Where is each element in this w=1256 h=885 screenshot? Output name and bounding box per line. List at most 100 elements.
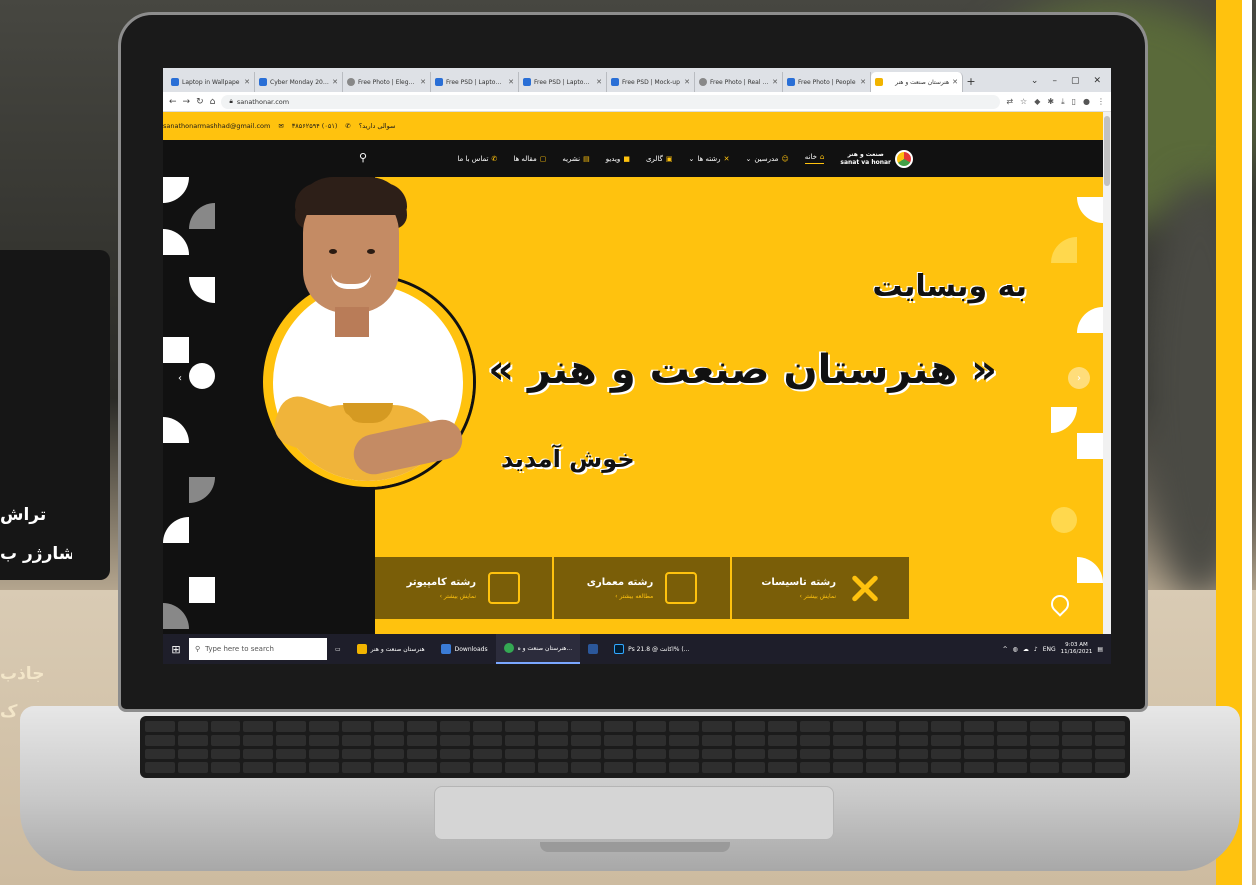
close-icon[interactable]: ✕	[508, 78, 514, 86]
keyboard-key	[308, 734, 339, 746]
site-icon	[875, 78, 883, 86]
decor-shape	[189, 363, 215, 389]
sidebar-icon[interactable]: ▯	[1072, 97, 1076, 107]
hero-welcome-line: به وبسایت	[872, 269, 1027, 304]
volume-icon[interactable]: ♪	[1034, 646, 1038, 653]
search-icon[interactable]: ⚲	[359, 151, 367, 164]
side-banner-text-4: ک	[0, 702, 18, 722]
translate-icon[interactable]: ⇄	[1006, 97, 1013, 107]
field-title: رشته تاسیسات	[761, 576, 836, 588]
phone-number[interactable]: (۰۵۱) ۳۸۵۶۲۵۹۴	[292, 122, 338, 130]
chevron-down-icon: ⌄	[688, 154, 695, 163]
reload-icon[interactable]: ↻	[196, 97, 204, 107]
decor-shape	[1077, 307, 1103, 333]
nav-item-home[interactable]: ⌂ خانه	[804, 153, 825, 164]
close-icon[interactable]: ✕	[952, 78, 958, 86]
field-card-architecture[interactable]: رشته معماری مطالعه بیشتر ›	[551, 557, 731, 619]
laptop-screen: Laptop in Wallpape ✕ Cyber Monday 2021 ✕ F…	[163, 68, 1111, 664]
nav-item-fields[interactable]: ✕ رشته ها ⌄	[689, 155, 730, 163]
taskbar-app-chrome[interactable]: هنرستان صنعت و ه...	[495, 634, 581, 664]
close-icon[interactable]: ✕	[772, 78, 778, 86]
taskbar-app-word[interactable]	[580, 634, 606, 664]
close-icon[interactable]: ✕	[596, 78, 602, 86]
slider-prev-button[interactable]: ‹	[169, 367, 191, 389]
field-card-facilities[interactable]: رشته تاسیسات نمایش بیشتر ›	[730, 557, 910, 619]
keyboard-key	[374, 721, 405, 732]
keyboard-key	[865, 762, 896, 773]
taskbar-app-photoshop[interactable]: Ps اکانت @ 21.8% (...	[606, 634, 697, 664]
clock[interactable]: 9:03 AM 11/16/2021	[1061, 642, 1093, 656]
cloud-icon[interactable]: ☁	[1023, 646, 1029, 653]
taskbar-app-explorer[interactable]: هنرستان صنعت و هنر	[349, 634, 433, 664]
windows-start-icon[interactable]: ⊞	[163, 643, 189, 656]
close-icon[interactable]: ✕	[244, 78, 250, 86]
keyboard-key	[931, 734, 962, 746]
language-indicator[interactable]: ENG	[1043, 646, 1056, 653]
slider-next-button[interactable]: ›	[1068, 367, 1090, 389]
field-more-link[interactable]: نمایش بیشتر ›	[407, 593, 476, 600]
keyboard-key	[865, 748, 896, 760]
computer-icon	[488, 572, 521, 604]
task-view-icon[interactable]: ▭	[327, 634, 349, 664]
keyboard-key	[734, 721, 765, 732]
maximize-icon[interactable]: ▢	[1071, 70, 1080, 92]
taskbar-search[interactable]: ⚲ Type here to search	[189, 638, 327, 660]
back-icon[interactable]: ←	[169, 97, 177, 107]
new-tab-button[interactable]: +	[963, 72, 979, 92]
browser-tab[interactable]: Free Photo | Real est ✕	[695, 72, 783, 92]
extension-icon[interactable]: ◆	[1034, 97, 1040, 107]
field-more-link[interactable]: مطالعه بیشتر ›	[587, 593, 653, 600]
taskbar-app-label: هنرستان صنعت و هنر	[370, 645, 425, 653]
site-logo[interactable]: صنعت و هنر sanat va honar	[840, 149, 913, 168]
browser-tab[interactable]: Free PSD | Laptop m ✕	[519, 72, 607, 92]
close-icon[interactable]: ✕	[1093, 70, 1101, 92]
page-scrollbar[interactable]	[1103, 112, 1111, 634]
keyboard-key	[341, 748, 372, 760]
close-icon[interactable]: ✕	[860, 78, 866, 86]
forward-icon[interactable]: →	[183, 97, 191, 107]
browser-tab[interactable]: Laptop in Wallpape ✕	[167, 72, 255, 92]
browser-tab-active[interactable]: هنرستان صنعت و هنر ✕	[871, 72, 963, 92]
field-card-computer[interactable]: رشته کامپیوتر نمایش بیشتر ›	[375, 557, 552, 619]
scrollbar-thumb[interactable]	[1104, 116, 1110, 186]
browser-tab[interactable]: Free Photo | People ✕	[783, 72, 871, 92]
chevron-right-icon: ›	[1077, 372, 1081, 384]
star-icon[interactable]: ☆	[1020, 97, 1027, 107]
nav-item-journal[interactable]: ▤ نشریه	[562, 155, 589, 163]
nav-item-articles[interactable]: ▢ مقاله ها	[513, 155, 546, 163]
nav-item-video[interactable]: ■ ویدیو	[606, 155, 630, 163]
keyboard-key	[374, 734, 405, 746]
network-icon[interactable]: ◍	[1013, 646, 1018, 653]
notification-icon[interactable]: ▤	[1097, 646, 1103, 653]
taskbar-app-downloads[interactable]: Downloads	[433, 634, 496, 664]
keyboard-key	[964, 762, 994, 773]
browser-tab[interactable]: Free PSD | Laptop m ✕	[431, 72, 519, 92]
chevron-up-icon[interactable]: ^	[1003, 646, 1008, 653]
location-pin-icon[interactable]	[1047, 591, 1073, 617]
field-text: رشته تاسیسات نمایش بیشتر ›	[761, 577, 836, 600]
minimize-icon[interactable]: –	[1052, 70, 1057, 92]
nav-item-contact[interactable]: ✆ تماس با ما	[457, 155, 497, 163]
close-icon[interactable]: ✕	[684, 78, 690, 86]
browser-tab[interactable]: Free PSD | Mock-up ✕	[607, 72, 695, 92]
address-bar[interactable]: 🔒︎ sanathonar.com	[221, 94, 1001, 109]
keyboard-key	[308, 762, 339, 773]
download-icon[interactable]: ⤓	[1061, 97, 1065, 107]
profile-icon[interactable]: ●	[1083, 97, 1090, 107]
bookmark-icon	[435, 78, 443, 86]
mail-icon: ✉	[278, 122, 284, 130]
email-link[interactable]: sanathonarmashhad@gmail.com	[163, 122, 270, 130]
search-placeholder: Type here to search	[205, 645, 274, 653]
nav-item-teachers[interactable]: ☺ مدرسین ⌄	[745, 155, 788, 163]
browser-tab[interactable]: Cyber Monday 2021 ✕	[255, 72, 343, 92]
nav-item-gallery[interactable]: ▣ گالری	[646, 155, 673, 163]
menu-icon[interactable]: ⋮	[1097, 97, 1105, 107]
browser-tab[interactable]: Free Photo | Elegant ✕	[343, 72, 431, 92]
download-folder-icon	[440, 644, 451, 654]
close-icon[interactable]: ✕	[420, 78, 426, 86]
home-icon[interactable]: ⌂	[210, 97, 216, 107]
close-icon[interactable]: ✕	[332, 78, 338, 86]
puzzle-icon[interactable]: ✱	[1047, 97, 1054, 107]
chevron-down-icon[interactable]: ⌄	[1031, 70, 1039, 92]
field-more-link[interactable]: نمایش بیشتر ›	[761, 593, 836, 600]
